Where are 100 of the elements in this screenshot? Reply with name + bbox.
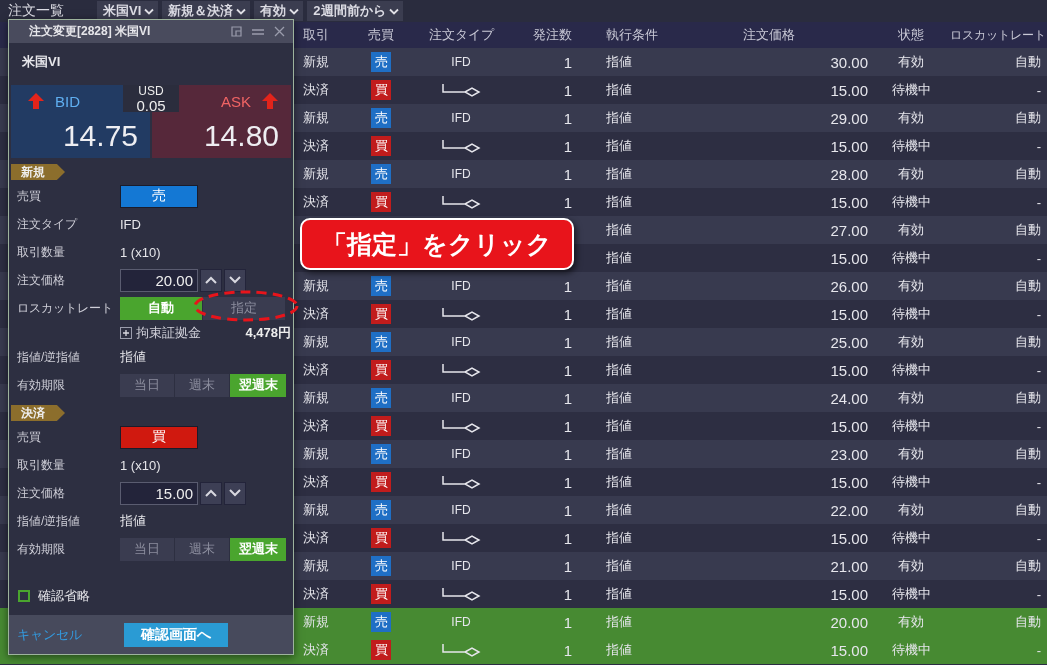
table-cell-text: 指値 (605, 193, 633, 211)
side-badge: 売 (371, 556, 391, 576)
column-header: 取引 (302, 26, 330, 44)
table-cell-text: 決済 (302, 529, 330, 547)
table-cell-text: 1 (562, 585, 573, 603)
table-cell-text: - (1035, 362, 1042, 378)
table-cell-text: 指値 (605, 473, 633, 491)
side-badge: 買 (371, 136, 391, 156)
table-cell-text: 1 (562, 641, 573, 659)
side-badge: 売 (371, 276, 391, 296)
table-cell-text: 有効 (897, 445, 925, 463)
side-badge: 買 (371, 472, 391, 492)
callout-tooltip: 「指定」をクリック (300, 218, 574, 270)
table-cell-text: 有効 (897, 557, 925, 575)
table-cell-text: 待機中 (890, 473, 932, 491)
table-cell-text: - (1035, 418, 1042, 434)
table-cell-text: 1 (562, 305, 573, 323)
side-badge: 買 (371, 304, 391, 324)
table-cell-text: 15.00 (829, 193, 869, 211)
table-cell-text: 自動 (1014, 389, 1042, 407)
table-cell-text: 1 (562, 53, 573, 71)
table-cell-text: 指値 (605, 417, 633, 435)
table-cell-text: 23.00 (829, 445, 869, 463)
table-cell-text: 指値 (605, 305, 633, 323)
table-cell-text: 新規 (302, 389, 330, 407)
table-cell-text: 指値 (605, 249, 633, 267)
table-cell-text: 20.00 (829, 613, 869, 631)
table-cell-text: 1 (562, 557, 573, 575)
table-cell-text: 指値 (605, 613, 633, 631)
table-cell-text: 決済 (302, 193, 330, 211)
side-badge: 売 (371, 52, 391, 72)
table-cell-text: 決済 (302, 305, 330, 323)
table-cell-text: 1 (562, 501, 573, 519)
side-badge: 買 (371, 528, 391, 548)
table-cell-text: 新規 (302, 445, 330, 463)
table-cell-text: 15.00 (829, 585, 869, 603)
table-cell-text: 決済 (302, 473, 330, 491)
table-cell-text: - (1035, 530, 1042, 546)
table-cell-text: 15.00 (829, 417, 869, 435)
table-cell-text: 指値 (605, 361, 633, 379)
table-cell-text: 1 (562, 333, 573, 351)
table-cell-text: 決済 (302, 81, 330, 99)
table-cell-text: 指値 (605, 137, 633, 155)
field-label: 売買 (17, 187, 42, 205)
table-cell-text: 1 (562, 529, 573, 547)
field-label: ロスカットレート (17, 299, 114, 317)
table-cell: IFD (451, 167, 471, 181)
table-cell-text: - (1035, 306, 1042, 322)
table-cell-text: 1 (562, 613, 573, 631)
table-cell: IFD (451, 111, 471, 125)
table-cell: IFD (451, 391, 471, 405)
table-cell-text: - (1035, 474, 1042, 490)
table-cell-text: 決済 (302, 361, 330, 379)
table-cell-text: 15.00 (829, 81, 869, 99)
table-cell-text: 1 (562, 361, 573, 379)
column-header: 注文タイプ (427, 26, 496, 44)
column-header: 状態 (897, 26, 925, 44)
table-cell-text: 指値 (605, 81, 633, 99)
table-cell-text: 24.00 (829, 389, 869, 407)
table-cell-text: - (1035, 642, 1042, 658)
column-header: 注文価格 (742, 26, 796, 44)
table-cell-text: - (1035, 586, 1042, 602)
side-badge: 売 (371, 444, 391, 464)
table-cell-text: 指値 (605, 641, 633, 659)
column-header: 執行条件 (605, 26, 659, 44)
table-cell-text: - (1035, 138, 1042, 154)
table-cell-text: 決済 (302, 585, 330, 603)
table-cell-text: 有効 (897, 109, 925, 127)
table-cell-text: 指値 (605, 109, 633, 127)
table-cell-text: 指値 (605, 277, 633, 295)
table-cell-text: 新規 (302, 557, 330, 575)
table-cell-text: 有効 (897, 613, 925, 631)
table-cell-text: 待機中 (890, 137, 932, 155)
table-cell-text: 22.00 (829, 501, 869, 519)
field-value: 1 (x10) (120, 244, 161, 260)
table-cell: IFD (451, 615, 471, 629)
table-cell-text: 自動 (1014, 277, 1042, 295)
table-cell-text: 有効 (897, 53, 925, 71)
table-cell-text: 有効 (897, 501, 925, 519)
table-cell-text: 待機中 (890, 417, 932, 435)
table-cell-text: 自動 (1014, 165, 1042, 183)
table-cell-text: 15.00 (829, 361, 869, 379)
table-cell-text: 自動 (1014, 501, 1042, 519)
table-cell-text: 指値 (605, 333, 633, 351)
table-cell-text: - (1035, 82, 1042, 98)
table-cell-text: 待機中 (890, 305, 932, 323)
table-cell-text: 15.00 (829, 305, 869, 323)
table-cell-text: 1 (562, 277, 573, 295)
table-cell-text: 指値 (605, 501, 633, 519)
field-label: 注文タイプ (17, 215, 79, 233)
table-cell-text: - (1035, 194, 1042, 210)
side-badge: 売 (371, 164, 391, 184)
table-cell-text: 27.00 (829, 221, 869, 239)
table-cell-text: 指値 (605, 445, 633, 463)
table-cell-text: 自動 (1014, 221, 1042, 239)
table-cell-text: 1 (562, 165, 573, 183)
table-cell-text: 28.00 (829, 165, 869, 183)
table-cell-text: 自動 (1014, 445, 1042, 463)
field-label: 注文価格 (17, 271, 66, 289)
side-badge: 買 (371, 80, 391, 100)
